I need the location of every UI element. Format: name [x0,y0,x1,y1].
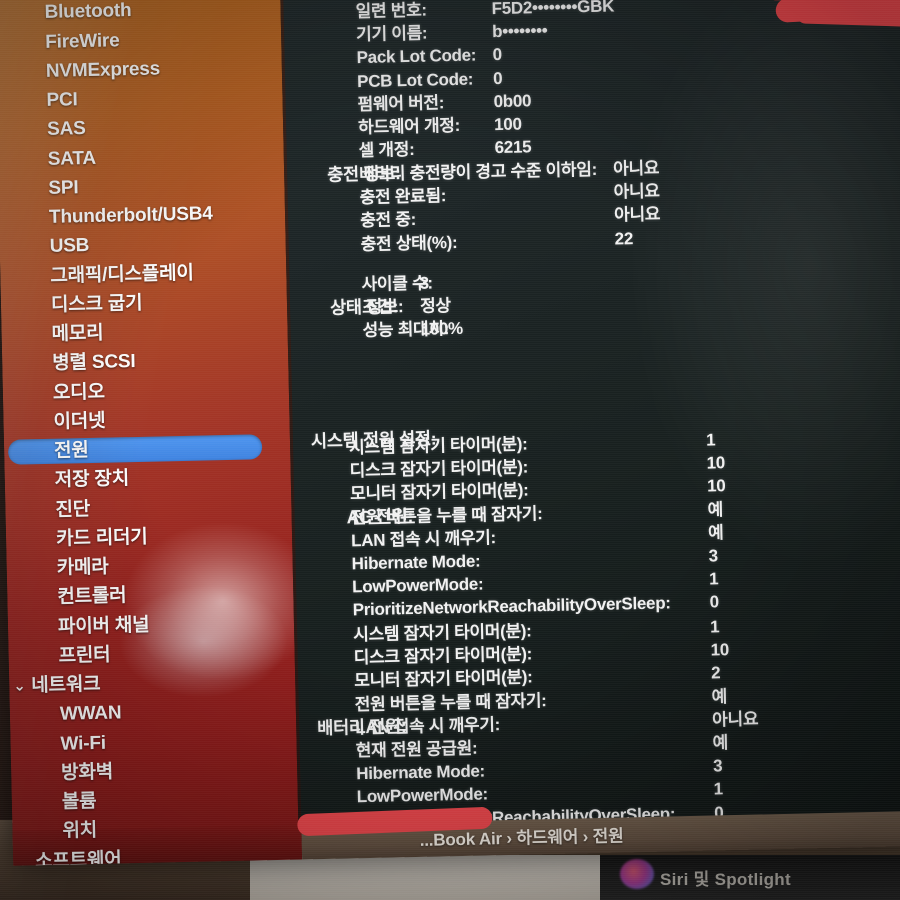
model-info-value: 6215 [494,137,532,158]
sidebar-item-label: 저장 장치 [54,468,130,492]
sidebar-item-label: 위치 [62,820,98,842]
battery-power-value: 아니요 [711,709,759,730]
ac-power-key: LowPowerMode: [351,574,484,597]
sidebar-item-label: 볼륨 [61,790,97,813]
sidebar-item-label: USB [49,235,90,258]
battery-power-key: 현재 전원 공급원: [355,738,478,761]
sidebar-item-label: Bluetooth [44,0,132,24]
sidebar-item-label: 네트워크 [31,673,101,697]
chevron-down-icon[interactable]: ⌄ [13,677,27,694]
ac-power-key: LAN 접속 시 깨우기: [350,527,497,551]
charge-info-value: 아니요 [613,204,661,225]
ac-power-value: 10 [706,453,726,473]
health-info-key: 조건: [361,297,399,318]
model-info-key: PCB Lot Code: [356,69,474,91]
sidebar-item-label: 이더넷 [53,410,106,433]
selection-highlight [7,434,263,465]
detail-pane: 모델 정보: 일련 번호:F5D2••••••••GBK기기 이름:b•••••… [282,0,900,842]
model-info-key: 기기 이름: [355,23,428,45]
battery-power-value: 3 [712,756,723,776]
model-info-key: 셀 개정: [358,140,415,161]
sidebar-item-label: 병렬 SCSI [52,351,136,375]
sidebar-item-label: Wi-Fi [60,732,107,755]
paper-on-desk [250,855,600,900]
charge-info-value: 아니요 [613,181,660,202]
model-info-value: 0 [492,45,502,65]
charge-info-key: 충전 중: [360,210,417,231]
model-info-value: 0 [492,68,503,88]
sidebar-item-label: 디스크 굽기 [50,292,143,316]
sidebar-item-label: 오디오 [52,381,105,404]
sidebar-item-label: 메모리 [51,322,104,345]
battery-power-value: 1 [713,779,724,799]
ac-power-value: 예 [707,523,724,543]
ac-power-value: 1 [708,569,719,589]
charge-info-value: 아니요 [612,158,660,179]
health-info-value: 100% [420,319,464,340]
model-info-key: Pack Lot Code: [356,45,477,68]
charge-info-key: 충전 완료됨: [359,186,447,208]
siri-icon [620,859,654,889]
health-info-value: 3 [419,273,429,293]
battery-power-value: 10 [710,640,730,660]
sidebar-item-label: 파이버 채널 [57,614,150,638]
sidebar: Apple PayBluetoothFireWireNVMExpressPCIS… [0,0,299,866]
model-info-key: 하드웨어 개정: [357,115,461,138]
ac-power-value: 0 [709,592,719,612]
sidebar-item-label: 진단 [55,498,91,521]
background-settings-label: Siri 및 Spotlight [660,870,791,889]
sidebar-item-label: 방화벽 [60,761,114,784]
ac-power-value: 1 [705,430,716,450]
battery-power-key: LowPowerMode: [356,784,489,807]
sidebar-item-label: PCI [46,89,78,111]
background-settings-window: Siri 및 Spotlight [600,855,900,900]
battery-power-value: 예 [712,733,729,753]
sidebar-item-label: 컨트롤러 [57,585,127,609]
battery-power-key: LAN 접속 시 깨우기: [355,714,501,738]
battery-power-value: 1 [709,617,720,637]
battery-power-key: Hibernate Mode: [356,761,486,784]
sidebar-item-label: 전원 [53,440,89,462]
ac-power-value: 3 [708,546,718,566]
model-info-key: 펌웨어 버전: [357,93,445,114]
sidebar-item-label: 카메라 [56,556,109,579]
model-info-value: 100 [493,114,522,135]
battery-power-value: 2 [710,663,721,683]
model-info-key: 일련 번호: [355,0,427,22]
ac-power-value: 10 [706,476,726,496]
sidebar-item-label: SPI [48,176,79,199]
ac-power-value: 예 [707,499,724,520]
sidebar-item-label: SAS [46,118,86,141]
charge-info-key: 충전 상태(%): [360,232,458,254]
sidebar-item-label: Thunderbolt/USB4 [48,203,213,228]
sidebar-item-label: SATA [47,147,97,170]
charge-info-value: 22 [614,228,634,249]
sidebar-item-label: WWAN [59,702,122,725]
sidebar-item-label: NVMExpress [45,58,161,82]
model-info-value: b•••••••• [491,21,548,42]
ac-power-key: Hibernate Mode: [351,551,481,574]
sidebar-item-label: 카드 리더기 [55,526,148,550]
sidebar-item-label: FireWire [45,29,120,53]
photo-of-laptop-screen: Siri 및 Spotlight Apple PayBluetoothFireW… [0,0,900,900]
health-info-value: 정상 [419,296,451,316]
sidebar-item-label: 그래픽/디스플레이 [50,262,194,287]
battery-power-value: 예 [711,686,728,707]
sidebar-item-label: 소프트웨어 [34,848,122,866]
model-info-value: 0b00 [493,91,532,111]
system-information-window: Apple PayBluetoothFireWireNVMExpressPCIS… [0,0,900,866]
sidebar-item-label: 프린터 [58,644,111,667]
